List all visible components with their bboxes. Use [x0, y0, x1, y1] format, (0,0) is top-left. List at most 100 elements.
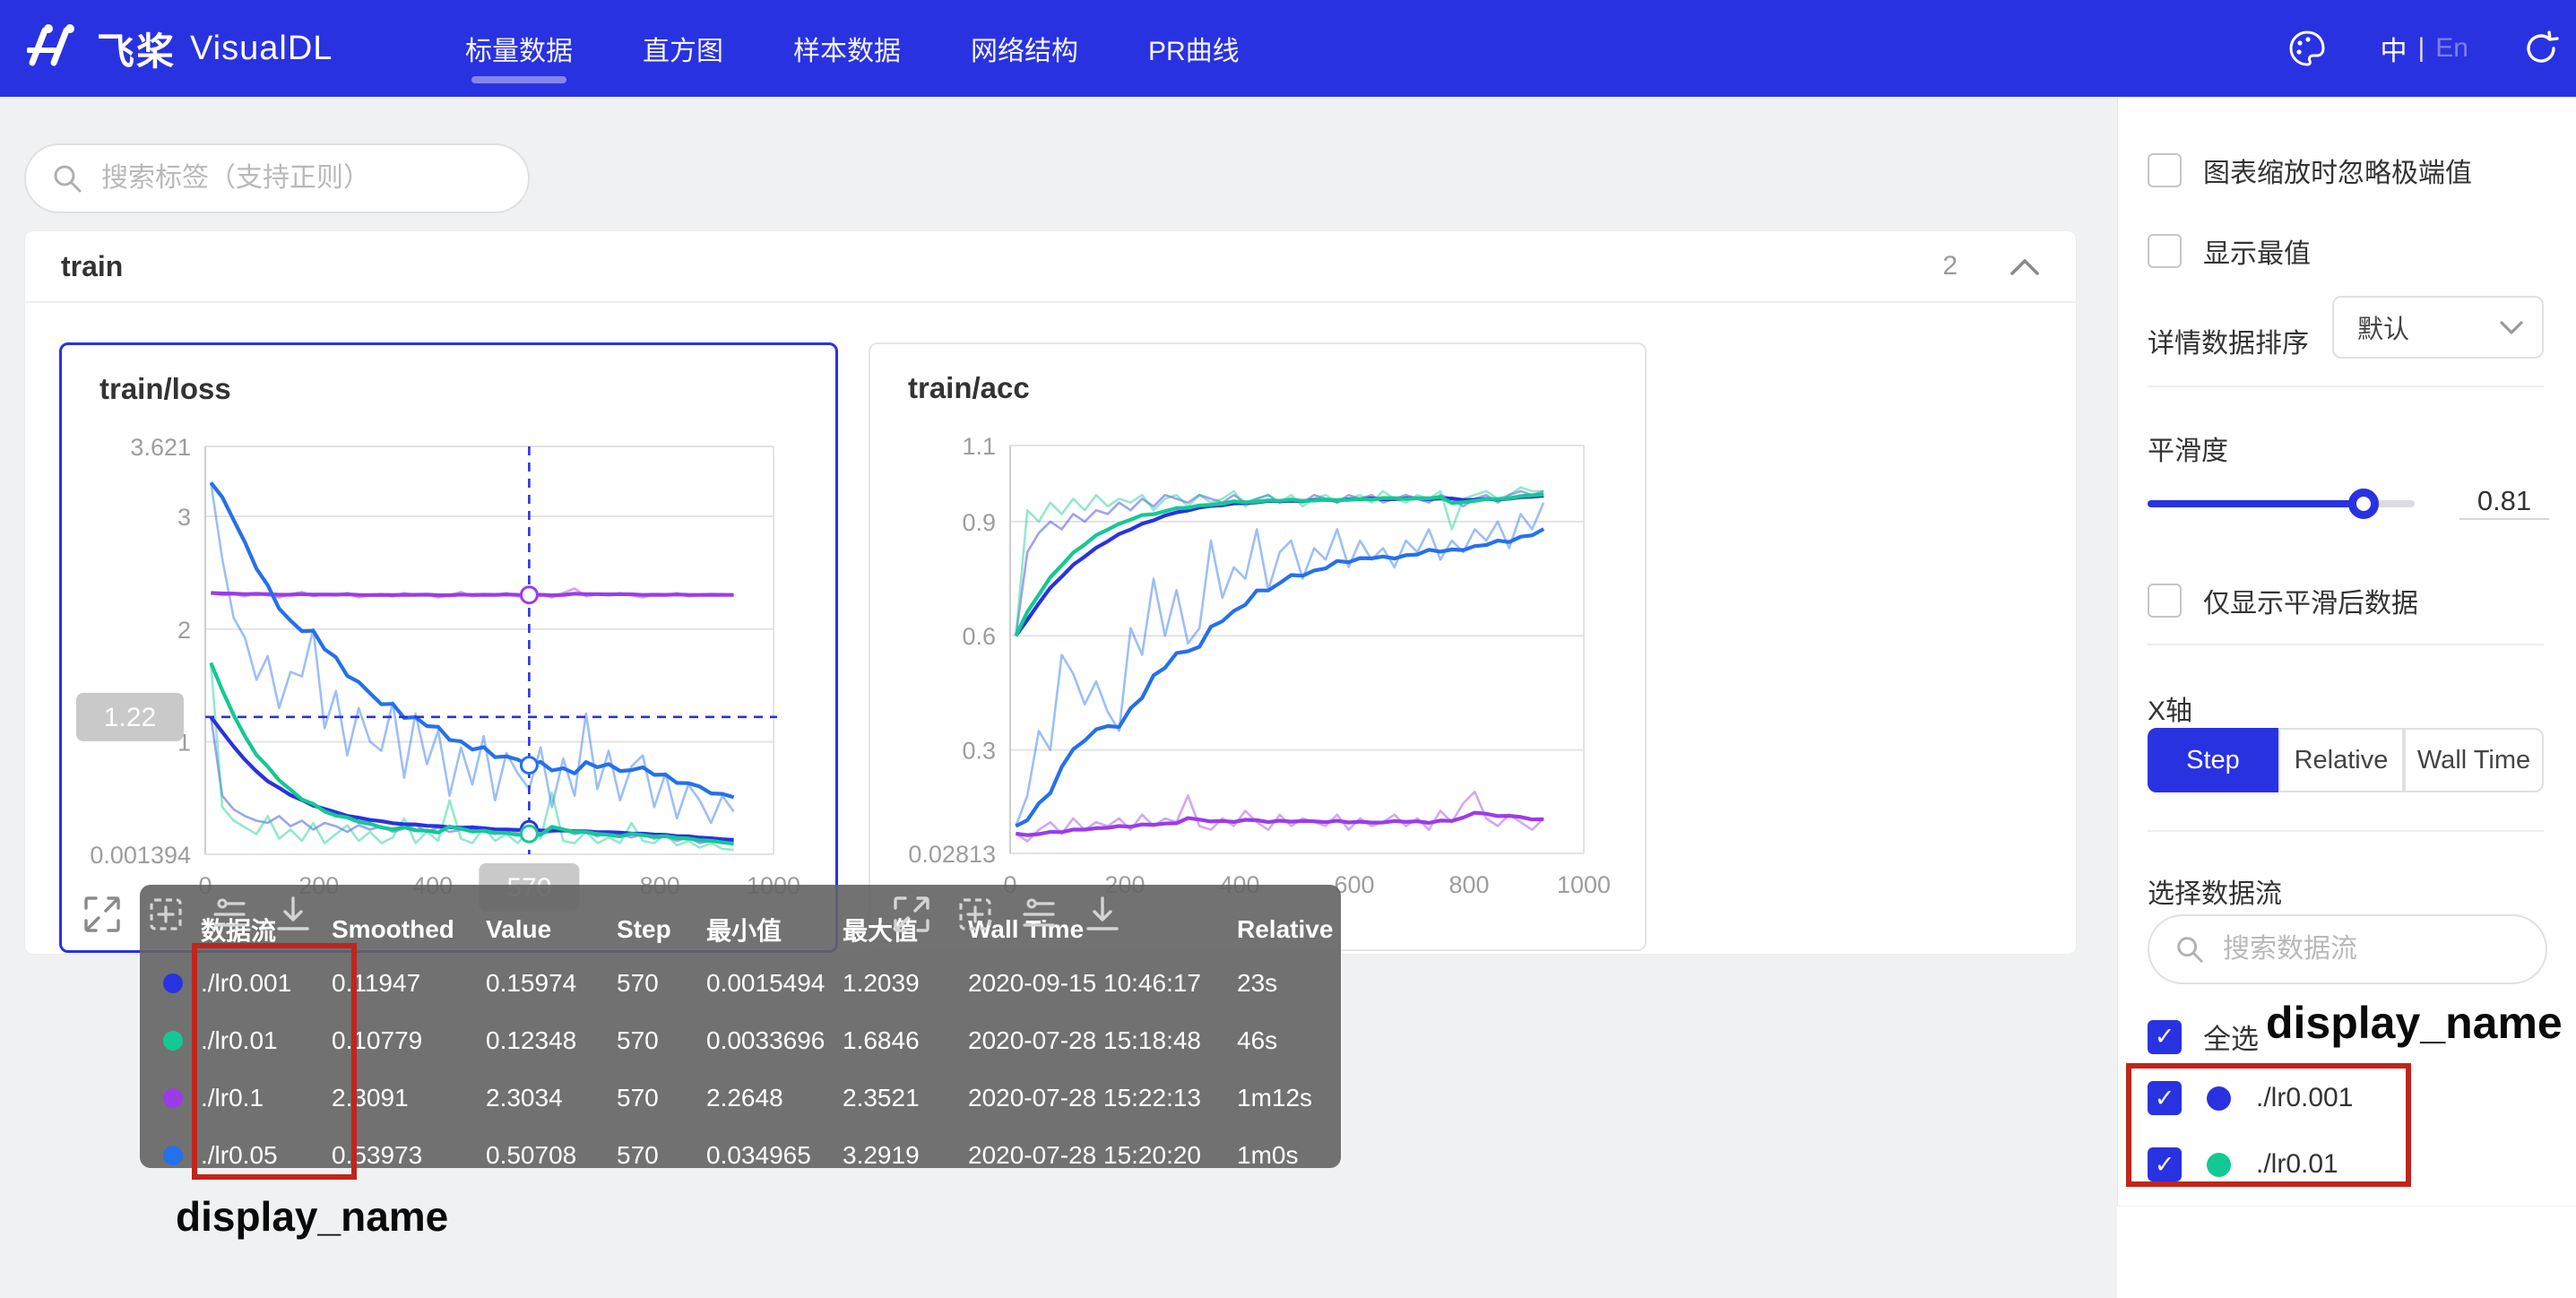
- tooltip-cell: 1.2039: [843, 969, 968, 998]
- series-raw-./lr0.01: [1016, 488, 1543, 636]
- tag-search-input[interactable]: [99, 162, 528, 195]
- checkbox-ignore-outliers[interactable]: [2148, 153, 2182, 187]
- fullscreen-icon[interactable]: [892, 895, 931, 934]
- navbar-actions: 中 | En: [2287, 0, 2561, 97]
- tooltip-cell: 570: [617, 1141, 706, 1170]
- sort-dropdown-value: 默认: [2357, 308, 2499, 346]
- series-raw-./lr0.01: [211, 663, 733, 851]
- select-all-label: 全选: [2203, 1017, 2259, 1057]
- xaxis-option-step[interactable]: Step: [2148, 728, 2278, 792]
- y-tick-label: 3: [177, 504, 191, 531]
- collapse-chevron-up-icon[interactable]: [2010, 256, 2040, 276]
- sort-dropdown[interactable]: 默认: [2332, 296, 2544, 359]
- tooltip-cell: 2.3521: [843, 1084, 968, 1112]
- train-group-header[interactable]: train 2: [25, 231, 2076, 303]
- runs-filter-icon[interactable]: [210, 895, 249, 934]
- nav-tab-1[interactable]: 直方图: [643, 0, 723, 97]
- nav-tabs: 标量数据直方图样本数据网络结构 PR曲线: [465, 0, 1240, 97]
- tooltip-cell: 570: [617, 1026, 706, 1055]
- option-label: 图表缩放时忽略极端值: [2203, 151, 2472, 190]
- tooltip-column-header: Smoothed: [332, 915, 486, 944]
- series-raw-./lr0.05: [211, 482, 733, 823]
- crosshair-marker-./lr0.01: [521, 826, 537, 842]
- y-tick-label: 0.3: [962, 738, 996, 765]
- chart-toolbar-train-loss: [82, 895, 313, 934]
- checkbox-show-extrema[interactable]: [2148, 234, 2182, 268]
- checkbox-select-all[interactable]: [2148, 1020, 2182, 1054]
- chart-canvas-train-loss[interactable]: 3.6213210.001394020040060080010001.22570: [62, 345, 835, 950]
- run-name: ./lr0.01: [2256, 1149, 2338, 1180]
- option-label: 显示最值: [2203, 231, 2311, 271]
- run-color-dot: [2207, 1153, 2231, 1177]
- checkbox-run-0[interactable]: [2148, 1081, 2182, 1115]
- lang-zh[interactable]: 中: [2381, 29, 2407, 68]
- tooltip-cell: ./lr0.1: [201, 1084, 332, 1112]
- tooltip-cell: 2.3034: [486, 1084, 617, 1112]
- run-color-dot: [2207, 1086, 2231, 1111]
- nav-tab-0[interactable]: 标量数据: [465, 0, 573, 97]
- nav-tab-2[interactable]: 样本数据: [793, 0, 901, 97]
- option-show-extrema[interactable]: 显示最值: [2148, 231, 2311, 271]
- tooltip-dot-cell: [163, 1031, 201, 1051]
- series-smoothed-./lr0.001: [211, 717, 733, 840]
- option-ignore-outliers[interactable]: 图表缩放时忽略极端值: [2148, 151, 2472, 190]
- chart-train-acc[interactable]: 1.10.90.60.30.0281302004006008001000 tra…: [869, 342, 1647, 951]
- sidebar-divider: [2148, 385, 2544, 387]
- visualdl-app: 飞桨 VisualDL 标量数据直方图样本数据网络结构 PR曲线 中 | En: [0, 0, 2576, 1298]
- tooltip-cell: 3.2919: [843, 1141, 968, 1170]
- lang-en[interactable]: En: [2435, 33, 2468, 64]
- chart-canvas-train-acc[interactable]: 1.10.90.60.30.0281302004006008001000: [870, 344, 1645, 949]
- group-chart-count: 2: [1942, 251, 1958, 281]
- run-search-box[interactable]: [2148, 914, 2547, 984]
- smoothing-value-input[interactable]: [2459, 484, 2549, 520]
- fullscreen-icon[interactable]: [82, 895, 122, 934]
- tooltip-row: ./lr0.12.30912.30345702.26482.35212020-0…: [163, 1069, 1341, 1127]
- tooltip-row: ./lr0.010.107790.123485700.00336961.6846…: [163, 1012, 1341, 1069]
- tooltip-cell: 0.11947: [332, 969, 486, 998]
- sort-label: 详情数据排序: [2148, 321, 2309, 360]
- download-icon[interactable]: [1083, 895, 1122, 934]
- tooltip-cell: 0.0015494: [706, 969, 843, 998]
- series-color-dot: [163, 1146, 183, 1165]
- tag-search-box[interactable]: [24, 143, 530, 213]
- run-item-1[interactable]: ./lr0.01: [2148, 1147, 2338, 1181]
- tooltip-cell: 0.10779: [332, 1026, 486, 1055]
- runs-filter-icon[interactable]: [1019, 895, 1059, 934]
- xaxis-option-relative[interactable]: Relative: [2278, 728, 2404, 792]
- annotation-label-sidebar: display_name: [2266, 997, 2563, 1049]
- language-switch[interactable]: 中 | En: [2381, 29, 2469, 68]
- run-item-0[interactable]: ./lr0.001: [2148, 1081, 2353, 1115]
- chart-toolbar-train-acc: [892, 895, 1122, 934]
- xaxis-option-wall-time[interactable]: Wall Time: [2404, 728, 2544, 792]
- smoothing-slider-fill: [2148, 500, 2364, 507]
- option-smoothed-only[interactable]: 仅显示平滑后数据: [2148, 581, 2418, 620]
- group-title: train: [61, 250, 123, 283]
- checkbox-smoothed-only[interactable]: [2148, 584, 2182, 618]
- select-all-runs[interactable]: 全选: [2148, 1017, 2259, 1057]
- series-smoothed-./lr0.001: [1016, 496, 1543, 636]
- nav-tab-3[interactable]: 网络结构: [971, 0, 1078, 97]
- theme-palette-icon[interactable]: [2287, 29, 2327, 68]
- tooltip-cell: 0.53973: [332, 1141, 486, 1170]
- sidebar-divider: [2148, 644, 2544, 645]
- restore-scale-icon[interactable]: [955, 895, 995, 934]
- top-navbar: 飞桨 VisualDL 标量数据直方图样本数据网络结构 PR曲线 中 | En: [0, 0, 2576, 97]
- chart-train-loss[interactable]: 3.6213210.001394020040060080010001.22570…: [59, 342, 838, 953]
- tooltip-cell: 1m0s: [1237, 1141, 1318, 1170]
- x-tick-label: 1000: [1557, 871, 1611, 898]
- brand: 飞桨 VisualDL: [27, 0, 333, 97]
- refresh-icon[interactable]: [2522, 30, 2560, 67]
- chart-title-train-loss: train/loss: [99, 372, 231, 406]
- restore-scale-icon[interactable]: [146, 895, 186, 934]
- nav-tab-4[interactable]: PR曲线: [1148, 0, 1240, 97]
- sidebar-bottom-bar: [2117, 1206, 2576, 1298]
- run-search-input[interactable]: [2221, 933, 2571, 965]
- download-icon[interactable]: [273, 895, 313, 934]
- brand-cn: 飞桨: [97, 22, 176, 76]
- series-smoothed-./lr0.05: [1016, 529, 1543, 826]
- tooltip-header: 数据流SmoothedValueStep最小值最大值Wall TimeRelat…: [163, 904, 1341, 955]
- series-color-dot: [163, 1088, 183, 1108]
- y-tick-label: 0.001394: [90, 842, 191, 869]
- checkbox-run-1[interactable]: [2148, 1147, 2182, 1181]
- series-color-dot: [163, 1031, 183, 1051]
